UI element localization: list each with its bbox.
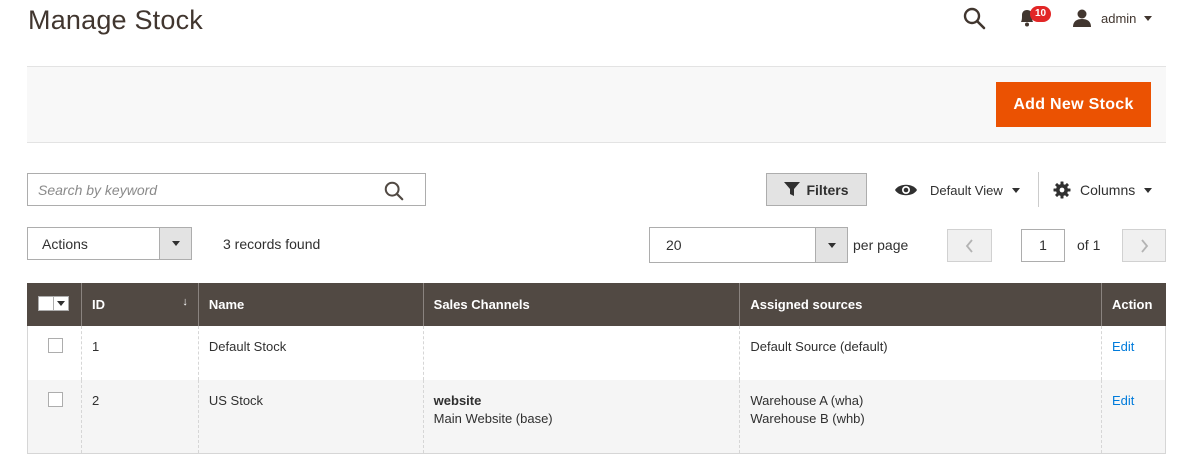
filters-button[interactable]: Filters: [766, 173, 867, 206]
keyword-search: [27, 173, 426, 206]
table-row: 1 Default Stock Default Source (default)…: [27, 326, 1167, 380]
chevron-down-icon: [1144, 15, 1153, 21]
current-page-input[interactable]: 1: [1021, 229, 1065, 262]
per-page-value: 20: [666, 237, 682, 253]
notification-count-badge[interactable]: 10: [1030, 6, 1051, 22]
chevron-left-icon: [965, 238, 973, 253]
channel-type: website: [433, 393, 482, 408]
chevron-right-icon: [1141, 238, 1149, 253]
filters-label: Filters: [806, 181, 849, 198]
chevron-down-icon: [57, 301, 65, 306]
row-checkbox[interactable]: [48, 338, 63, 353]
view-switcher[interactable]: Default View: [894, 178, 1020, 202]
records-count: 3 records found: [223, 236, 321, 252]
stock-grid: ID ↓ Name Sales Channels Assigned source…: [27, 283, 1167, 454]
filter-icon: [784, 182, 801, 196]
table-row: 2 US Stock website Main Website (base) W…: [27, 380, 1167, 454]
mass-select-header: [27, 283, 82, 326]
source-item: Default Source (default): [750, 339, 888, 354]
user-menu[interactable]: admin: [1072, 7, 1153, 29]
row-select-cell: [27, 326, 82, 380]
chevron-down-icon: [1011, 187, 1020, 193]
columns-control[interactable]: Columns: [1053, 178, 1153, 202]
source-item: Warehouse B (whb): [750, 411, 865, 426]
view-label: Default View: [930, 182, 1003, 198]
per-page-select[interactable]: 20: [649, 227, 848, 263]
grid-header-row: ID ↓ Name Sales Channels Assigned source…: [27, 283, 1166, 326]
row-sales-channels: [422, 326, 740, 380]
total-pages-label: of 1: [1077, 237, 1101, 253]
page-actions-bar: Add New Stock: [27, 66, 1166, 143]
source-item: Warehouse A (wha): [750, 393, 864, 408]
row-assigned-sources: Warehouse A (wha) Warehouse B (whb): [739, 380, 1102, 454]
user-name-label: admin: [1101, 10, 1137, 26]
column-header-assigned-sources[interactable]: Assigned sources: [739, 283, 1102, 326]
column-header-id[interactable]: ID ↓: [80, 283, 199, 326]
search-submit-icon[interactable]: [383, 180, 405, 202]
row-name: US Stock: [197, 380, 424, 454]
chevron-down-icon: [1144, 187, 1153, 193]
edit-link[interactable]: Edit: [1112, 393, 1134, 408]
columns-label: Columns: [1080, 182, 1136, 198]
edit-link[interactable]: Edit: [1112, 339, 1134, 354]
row-action-cell: Edit: [1100, 380, 1167, 454]
chevron-down-icon: [815, 228, 847, 262]
actions-label: Actions: [42, 236, 88, 252]
next-page-button[interactable]: [1122, 229, 1166, 262]
row-action-cell: Edit: [1100, 326, 1167, 380]
mass-actions-select[interactable]: Actions: [27, 227, 192, 260]
eye-icon: [895, 184, 917, 196]
search-input[interactable]: [28, 174, 368, 205]
row-name: Default Stock: [197, 326, 424, 380]
sort-down-icon: ↓: [182, 296, 188, 308]
gear-icon: [1053, 181, 1071, 199]
column-header-name[interactable]: Name: [197, 283, 424, 326]
column-header-action: Action: [1100, 283, 1166, 326]
per-page-label: per page: [853, 237, 909, 253]
row-assigned-sources: Default Source (default): [739, 326, 1102, 380]
mass-select-checkbox[interactable]: [38, 296, 69, 311]
row-id: 1: [80, 326, 199, 380]
search-icon[interactable]: [962, 6, 986, 30]
column-header-sales-channels[interactable]: Sales Channels: [422, 283, 740, 326]
chevron-down-icon: [159, 228, 191, 259]
previous-page-button[interactable]: [947, 229, 992, 262]
channel-name: Main Website (base): [433, 411, 553, 426]
row-checkbox[interactable]: [48, 392, 63, 407]
user-icon: [1073, 9, 1091, 27]
page-title: Manage Stock: [28, 5, 203, 35]
row-sales-channels: website Main Website (base): [422, 380, 740, 454]
column-header-label: ID: [91, 297, 105, 312]
row-select-cell: [27, 380, 82, 454]
toolbar-divider: [1038, 172, 1039, 207]
add-new-stock-button[interactable]: Add New Stock: [996, 82, 1151, 127]
row-id: 2: [80, 380, 199, 454]
